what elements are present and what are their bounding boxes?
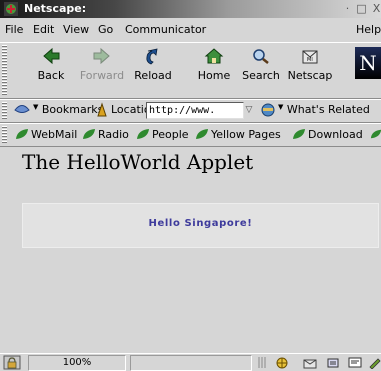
window-title: Netscape:	[24, 2, 87, 15]
status-message	[130, 355, 252, 371]
people-label: People	[152, 128, 189, 141]
toolbar-grip[interactable]	[2, 45, 7, 96]
forward-button[interactable]: Forward	[76, 45, 128, 85]
netscape-button[interactable]: Ml Netscap	[285, 45, 335, 85]
toolbar-grip[interactable]	[2, 102, 7, 120]
location-icon	[97, 102, 107, 117]
status-grip-icon[interactable]	[258, 356, 266, 369]
back-button[interactable]: Back	[25, 45, 77, 85]
browser-window: Netscape: · □ X File Edit View Go Commun…	[0, 0, 381, 371]
whats-related-arrow-icon: ▼	[278, 103, 284, 111]
menu-file[interactable]: File	[5, 23, 23, 36]
hello-world-applet[interactable]: Hello Singapore!	[22, 203, 379, 248]
progress-indicator: 100%	[28, 355, 126, 371]
navigator-icon[interactable]	[275, 356, 289, 369]
menu-communicator[interactable]: Communicator	[125, 23, 206, 36]
menu-bar: File Edit View Go Communicator Help	[0, 20, 381, 40]
composer-icon[interactable]	[348, 356, 362, 369]
security-lock-icon[interactable]	[3, 355, 21, 370]
netscape-label: Netscap	[287, 69, 333, 82]
bookmarks-arrow-icon: ▼	[33, 103, 39, 111]
webmail-label: WebMail	[31, 128, 78, 141]
personal-link-radio[interactable]: Radio	[82, 128, 129, 141]
title-bar[interactable]: Netscape: · □ X	[0, 0, 381, 18]
whats-related-label: What's Related	[286, 103, 370, 116]
yellow-pages-label: Yellow Pages	[211, 128, 281, 141]
search-label: Search	[242, 69, 280, 82]
netscape-mail-icon: Ml	[302, 50, 318, 64]
toolbar-grip[interactable]	[2, 126, 7, 144]
personal-link-download[interactable]: Download	[292, 128, 363, 141]
applet-text: Hello Singapore!	[148, 218, 253, 229]
forward-arrow-icon	[93, 47, 110, 65]
bookmarks-icon[interactable]	[14, 103, 30, 117]
newsgroups-icon[interactable]	[326, 356, 340, 369]
minimize-icon[interactable]: ·	[340, 1, 355, 16]
menu-edit[interactable]: Edit	[33, 23, 54, 36]
bookmarks-menu[interactable]: ▼ Bookmarks	[33, 103, 103, 116]
whats-related-button[interactable]: ▼ What's Related	[278, 103, 370, 116]
chevron-down-icon[interactable]: ▽	[243, 102, 255, 118]
radio-label: Radio	[98, 128, 129, 141]
back-arrow-icon	[43, 47, 60, 65]
bookmark-leaf-icon	[16, 129, 28, 139]
bookmark-leaf-icon	[293, 129, 305, 139]
pencil-icon[interactable]	[368, 356, 381, 369]
reload-icon	[146, 48, 158, 65]
bookmark-leaf-icon	[83, 129, 95, 139]
personal-link-people[interactable]: People	[136, 128, 189, 141]
whats-related-icon[interactable]	[260, 102, 276, 117]
reload-button[interactable]: Reload	[127, 45, 179, 85]
location-toolbar: ▼ Bookmarks Location: http://www. ▽ ▼ Wh…	[0, 99, 381, 123]
menu-go[interactable]: Go	[98, 23, 113, 36]
search-button[interactable]: Search	[235, 45, 287, 85]
bookmark-leaf-icon	[137, 129, 149, 139]
download-label: Download	[308, 128, 363, 141]
bookmark-leaf-icon[interactable]	[370, 128, 381, 140]
home-label: Home	[197, 69, 231, 82]
mail-icon[interactable]	[303, 356, 317, 369]
svg-text:Ml: Ml	[307, 57, 313, 63]
netscape-app-icon	[4, 2, 18, 16]
page-content: The HelloWorld Applet Hello Singapore!	[0, 148, 381, 353]
status-bar: 100%	[0, 353, 381, 371]
personal-link-yellow-pages[interactable]: Yellow Pages	[195, 128, 281, 141]
forward-label: Forward	[79, 69, 125, 82]
personal-link-webmail[interactable]: WebMail	[15, 128, 77, 141]
maximize-icon[interactable]: □	[354, 1, 369, 16]
navigation-toolbar: Back Forward Reload Home Search Ml Netsc…	[0, 42, 381, 99]
close-icon[interactable]: X	[369, 1, 381, 16]
menu-view[interactable]: View	[63, 23, 89, 36]
bookmark-leaf-icon	[196, 129, 208, 139]
personal-toolbar: WebMail Radio People Yellow Pages Downlo…	[0, 123, 381, 147]
netscape-logo[interactable]: N	[355, 47, 381, 79]
page-heading: The HelloWorld Applet	[22, 150, 254, 174]
reload-label: Reload	[134, 69, 172, 82]
back-label: Back	[37, 69, 65, 82]
location-url-input[interactable]: http://www.	[146, 102, 244, 119]
home-icon	[204, 48, 224, 64]
home-button[interactable]: Home	[188, 45, 240, 85]
menu-help[interactable]: Help	[356, 23, 381, 36]
search-icon	[253, 49, 269, 64]
